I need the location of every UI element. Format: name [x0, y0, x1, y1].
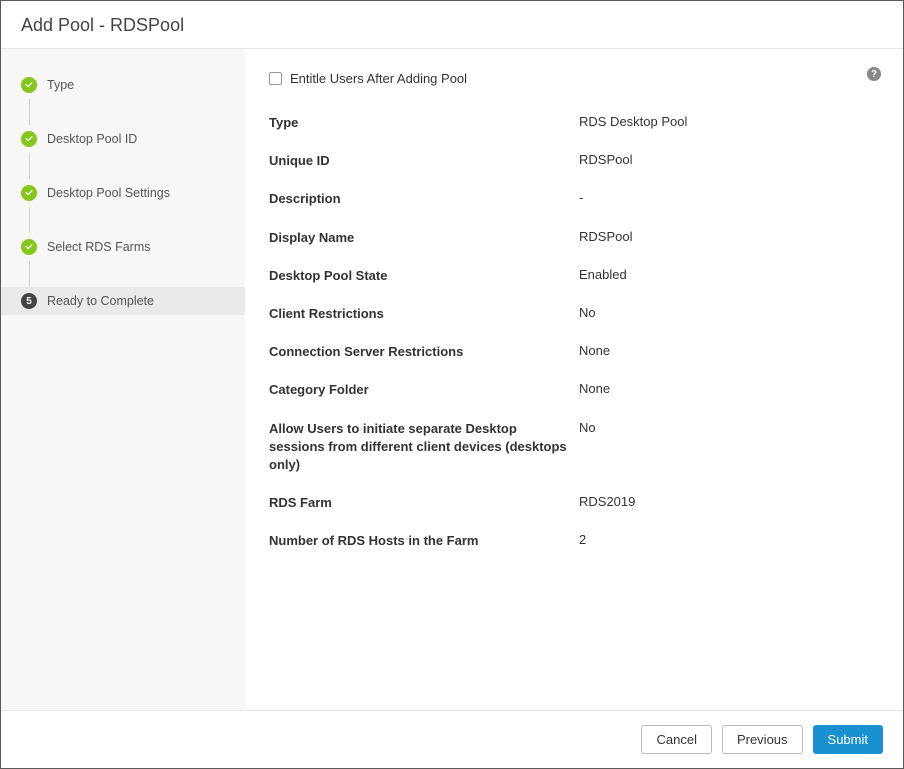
- add-pool-dialog: Add Pool - RDSPool Type Desktop Pool ID: [0, 0, 904, 769]
- summary-row-description: Description -: [269, 180, 879, 218]
- check-icon: [21, 131, 37, 147]
- summary-value: None: [579, 343, 610, 358]
- summary-label: RDS Farm: [269, 494, 579, 512]
- summary-row-unique-id: Unique ID RDSPool: [269, 142, 879, 180]
- check-icon: [21, 239, 37, 255]
- summary-value: No: [579, 305, 596, 320]
- wizard-content: ? Entitle Users After Adding Pool Type R…: [245, 49, 903, 710]
- entitle-users-checkbox[interactable]: [269, 72, 282, 85]
- cancel-button[interactable]: Cancel: [641, 725, 711, 754]
- dialog-header: Add Pool - RDSPool: [1, 1, 903, 49]
- wizard-step-label: Select RDS Farms: [47, 240, 151, 254]
- summary-value: RDS Desktop Pool: [579, 114, 687, 129]
- summary-row-category-folder: Category Folder None: [269, 371, 879, 409]
- summary-value: -: [579, 190, 583, 205]
- summary-label: Description: [269, 190, 579, 208]
- entitle-users-label: Entitle Users After Adding Pool: [290, 71, 467, 86]
- summary-label: Category Folder: [269, 381, 579, 399]
- summary-value: Enabled: [579, 267, 627, 282]
- summary-value: RDS2019: [579, 494, 635, 509]
- wizard-step-ready-to-complete[interactable]: 5 Ready to Complete: [1, 287, 245, 315]
- summary-label: Type: [269, 114, 579, 132]
- summary-row-client-restrictions: Client Restrictions No: [269, 295, 879, 333]
- submit-button[interactable]: Submit: [813, 725, 883, 754]
- summary-row-desktop-pool-state: Desktop Pool State Enabled: [269, 257, 879, 295]
- summary-label: Connection Server Restrictions: [269, 343, 579, 361]
- wizard-step-label: Desktop Pool Settings: [47, 186, 170, 200]
- check-icon: [21, 185, 37, 201]
- summary-label: Unique ID: [269, 152, 579, 170]
- summary-label: Desktop Pool State: [269, 267, 579, 285]
- summary-label: Client Restrictions: [269, 305, 579, 323]
- step-number-icon: 5: [21, 293, 37, 309]
- step-connector: [29, 153, 30, 179]
- summary-value: RDSPool: [579, 152, 632, 167]
- summary-label: Display Name: [269, 229, 579, 247]
- dialog-footer: Cancel Previous Submit: [1, 710, 903, 768]
- summary-row-type: Type RDS Desktop Pool: [269, 104, 879, 142]
- wizard-step-label: Desktop Pool ID: [47, 132, 137, 146]
- summary-row-connection-server-restrictions: Connection Server Restrictions None: [269, 333, 879, 371]
- wizard-step-label: Ready to Complete: [47, 294, 154, 308]
- dialog-body: Type Desktop Pool ID Desktop Pool Settin…: [1, 49, 903, 710]
- wizard-step-desktop-pool-id[interactable]: Desktop Pool ID: [21, 125, 245, 153]
- summary-value: No: [579, 420, 596, 435]
- summary-row-num-rds-hosts: Number of RDS Hosts in the Farm 2: [269, 522, 879, 560]
- summary-label: Number of RDS Hosts in the Farm: [269, 532, 579, 550]
- wizard-step-label: Type: [47, 78, 74, 92]
- wizard-step-desktop-pool-settings[interactable]: Desktop Pool Settings: [21, 179, 245, 207]
- summary-value: RDSPool: [579, 229, 632, 244]
- check-icon: [21, 77, 37, 93]
- step-connector: [29, 261, 30, 287]
- dialog-title: Add Pool - RDSPool: [21, 15, 883, 36]
- wizard-step-type[interactable]: Type: [21, 71, 245, 99]
- wizard-sidebar: Type Desktop Pool ID Desktop Pool Settin…: [1, 49, 245, 710]
- summary-value: 2: [579, 532, 586, 547]
- summary-row-rds-farm: RDS Farm RDS2019: [269, 484, 879, 522]
- help-icon[interactable]: ?: [867, 67, 881, 81]
- summary-row-allow-separate-sessions: Allow Users to initiate separate Desktop…: [269, 410, 879, 485]
- wizard-step-select-rds-farms[interactable]: Select RDS Farms: [21, 233, 245, 261]
- summary-row-display-name: Display Name RDSPool: [269, 219, 879, 257]
- summary-value: None: [579, 381, 610, 396]
- step-connector: [29, 207, 30, 233]
- previous-button[interactable]: Previous: [722, 725, 803, 754]
- summary-label: Allow Users to initiate separate Desktop…: [269, 420, 579, 475]
- entitle-users-checkbox-row: Entitle Users After Adding Pool: [269, 71, 879, 86]
- step-connector: [29, 99, 30, 125]
